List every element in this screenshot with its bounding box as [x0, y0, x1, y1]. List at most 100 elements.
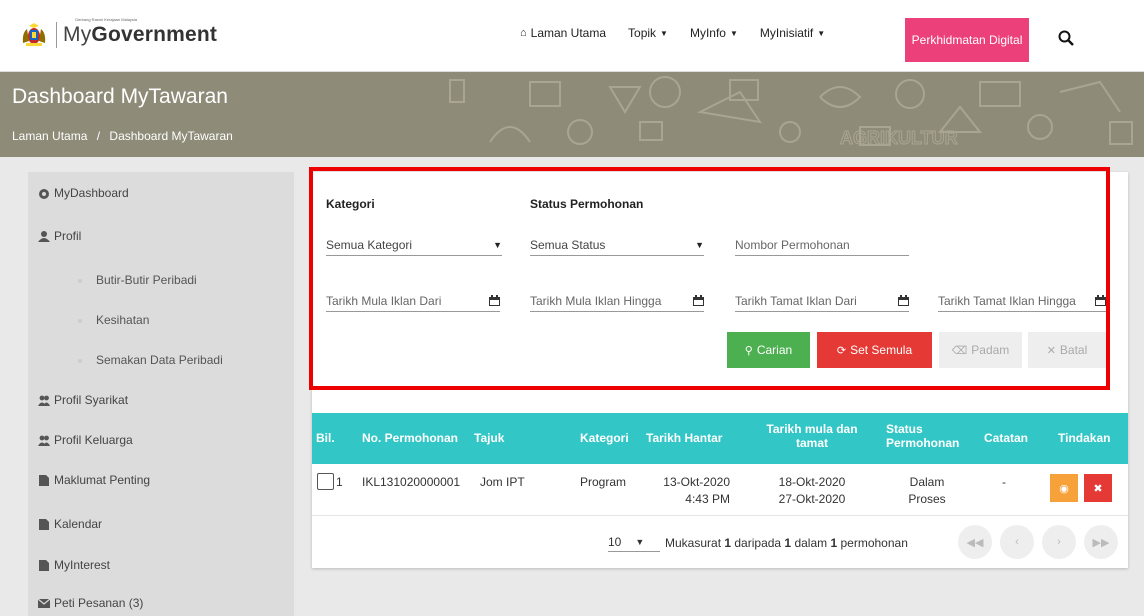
cell-tarikh-hantar-time: 4:43 PM — [685, 492, 730, 506]
tarikh-mula-hingga-input[interactable]: Tarikh Mula Iklan Hingga — [530, 290, 704, 312]
batal-button[interactable]: ✕ Batal — [1028, 332, 1106, 368]
th-tindakan: Tindakan — [1058, 431, 1111, 445]
calendar-icon[interactable] — [693, 295, 704, 306]
sidebar-subitem-semakan-data[interactable]: Semakan Data Peribadi — [78, 353, 223, 367]
home-icon: ⌂ — [520, 27, 527, 39]
trash-icon: ⌫ — [951, 344, 968, 357]
next-page-button[interactable]: › — [1042, 525, 1076, 559]
hero-decoration-pattern: AGRIKULTUR — [449, 76, 1133, 149]
file-icon — [39, 518, 49, 530]
mygovernment-logo[interactable]: Gerbang Rasmi Kerajaan Malaysia MyGovern… — [20, 17, 218, 48]
breadcrumb: Laman Utama / Dashboard MyTawaran — [12, 129, 239, 143]
page-size-select[interactable]: 10 ▼ — [608, 532, 660, 552]
sidebar: MyDashboard Profil Butir-Butir Peribadi … — [28, 172, 294, 616]
first-page-button[interactable]: ◀◀ — [958, 525, 992, 559]
nav-topik[interactable]: Topik ▼ — [628, 26, 668, 40]
page-title: Dashboard MyTawaran — [12, 85, 228, 108]
caret-down-icon: ▼ — [635, 536, 645, 547]
cell-status-2: Proses — [908, 492, 946, 506]
cell-tarikh-mula: 18-Okt-2020 — [778, 475, 846, 489]
nombor-permohonan-input[interactable]: Nombor Permohonan — [735, 234, 909, 256]
search-icon: ⚲ — [744, 344, 753, 357]
breadcrumb-current: Dashboard MyTawaran — [109, 129, 233, 143]
cell-status-1: Dalam — [909, 475, 945, 489]
padam-button[interactable]: ⌫ Padam — [939, 332, 1022, 368]
th-catatan: Catatan — [984, 431, 1029, 445]
sidebar-subitem-butir-peribadi[interactable]: Butir-Butir Peribadi — [78, 273, 197, 287]
tarikh-mula-dari-input[interactable]: Tarikh Mula Iklan Dari — [326, 290, 500, 312]
cell-tajuk: Jom IPT — [480, 475, 525, 489]
view-button[interactable]: ◉ — [1050, 474, 1078, 502]
logo-tagline: Gerbang Rasmi Kerajaan Malaysia — [75, 17, 138, 22]
calendar-icon[interactable] — [489, 295, 500, 306]
breadcrumb-separator: / — [96, 129, 101, 143]
sidebar-item-profil-keluarga[interactable]: Profil Keluarga — [38, 433, 133, 447]
calendar-icon[interactable] — [898, 295, 909, 306]
cell-tarikh-hantar-date: 13-Okt-2020 — [663, 475, 730, 489]
eye-icon: ◉ — [1059, 482, 1069, 495]
nav-myinisiatif[interactable]: MyInisiatif ▼ — [760, 26, 825, 40]
malaysia-crest-icon — [22, 23, 46, 46]
pagination-bar: 10 ▼ Mukasurat 1 daripada 1 dalam 1 permo… — [312, 515, 1128, 568]
cell-tarikh-tamat: 27-Okt-2020 — [778, 492, 846, 506]
chevron-right-icon: › — [1057, 536, 1061, 548]
sidebar-item-profil-syarikat[interactable]: Profil Syarikat — [38, 393, 128, 407]
cell-catatan: - — [1002, 475, 1006, 489]
caret-down-icon: ▼ — [493, 239, 502, 250]
table-header: Bil. No. Permohonan Tajuk Kategori Tarik… — [312, 413, 1128, 464]
caret-down-icon: ▼ — [729, 28, 738, 38]
th-tarikh-hantar: Tarikh Hantar — [646, 431, 723, 445]
breadcrumb-home-link[interactable]: Laman Utama — [12, 129, 87, 143]
file-icon — [39, 559, 49, 571]
svg-text:AGRIKULTUR: AGRIKULTUR — [840, 128, 958, 148]
kategori-select[interactable]: Semua Kategori ▼ — [326, 234, 502, 256]
last-page-button[interactable]: ▶▶ — [1084, 525, 1118, 559]
th-no-permohonan: No. Permohonan — [362, 431, 459, 445]
users-icon — [38, 435, 50, 446]
th-tajuk: Tajuk — [474, 431, 505, 445]
close-icon: ✕ — [1046, 344, 1056, 357]
dashboard-icon — [39, 188, 49, 199]
nav-laman-utama[interactable]: ⌂ Laman Utama — [520, 26, 606, 40]
sidebar-item-maklumat-penting[interactable]: Maklumat Penting — [38, 473, 150, 487]
nav-myinfo[interactable]: MyInfo ▼ — [690, 26, 738, 40]
cell-bil: 1 — [336, 475, 343, 489]
caret-down-icon: ▼ — [660, 28, 668, 38]
cell-no-permohonan: IKL131020000001 — [362, 475, 461, 489]
sidebar-item-myinterest[interactable]: MyInterest — [38, 558, 110, 572]
users-icon — [38, 395, 50, 406]
close-icon: ✖ — [1093, 482, 1103, 495]
file-icon — [39, 474, 49, 486]
main-nav: ⌂ Laman Utama Topik ▼ MyInfo ▼ MyInisiatif… — [520, 26, 847, 40]
th-tarikh-mula-tamat: Tarikh mula dan tamat — [766, 422, 858, 450]
cell-kategori: Program — [580, 475, 627, 489]
caret-down-icon: ▼ — [695, 239, 704, 250]
perkhidmatan-digital-button[interactable]: Perkhidmatan Digital — [905, 18, 1029, 62]
sidebar-subitem-kesihatan[interactable]: Kesihatan — [78, 313, 149, 327]
th-bil: Bil. — [316, 431, 335, 445]
prev-page-button[interactable]: ‹ — [1000, 525, 1034, 559]
calendar-icon[interactable] — [1095, 295, 1106, 306]
table-row: 1 IKL131020000001 Jom IPT Program 13-Okt… — [312, 464, 1128, 515]
carian-button[interactable]: ⚲ Carian — [727, 332, 810, 368]
delete-button[interactable]: ✖ — [1084, 474, 1112, 502]
pagination-info: Mukasurat 1 daripada 1 dalam 1 permohona… — [665, 536, 908, 550]
logo-text: MyGovernment — [63, 23, 218, 46]
row-checkbox[interactable] — [317, 473, 334, 490]
chevron-left-icon: ‹ — [1015, 536, 1019, 548]
top-navbar: Gerbang Rasmi Kerajaan Malaysia MyGovern… — [0, 0, 1144, 72]
envelope-icon — [38, 598, 50, 608]
th-status-permohonan: Status Permohonan — [886, 422, 960, 450]
sidebar-item-profil[interactable]: Profil — [38, 229, 81, 243]
refresh-icon: ⟳ — [836, 344, 847, 357]
search-icon[interactable] — [1058, 30, 1074, 46]
status-select[interactable]: Semua Status ▼ — [530, 234, 704, 256]
first-page-icon: ◀◀ — [966, 536, 984, 549]
tarikh-tamat-dari-input[interactable]: Tarikh Tamat Iklan Dari — [735, 290, 909, 312]
user-icon — [38, 230, 50, 242]
tarikh-tamat-hingga-input[interactable]: Tarikh Tamat Iklan Hingga — [938, 290, 1106, 312]
set-semula-button[interactable]: ⟳ Set Semula — [817, 332, 932, 368]
sidebar-item-peti-pesanan[interactable]: Peti Pesanan (3) — [38, 596, 143, 610]
sidebar-item-kalendar[interactable]: Kalendar — [38, 517, 102, 531]
sidebar-item-mydashboard[interactable]: MyDashboard — [38, 186, 129, 200]
